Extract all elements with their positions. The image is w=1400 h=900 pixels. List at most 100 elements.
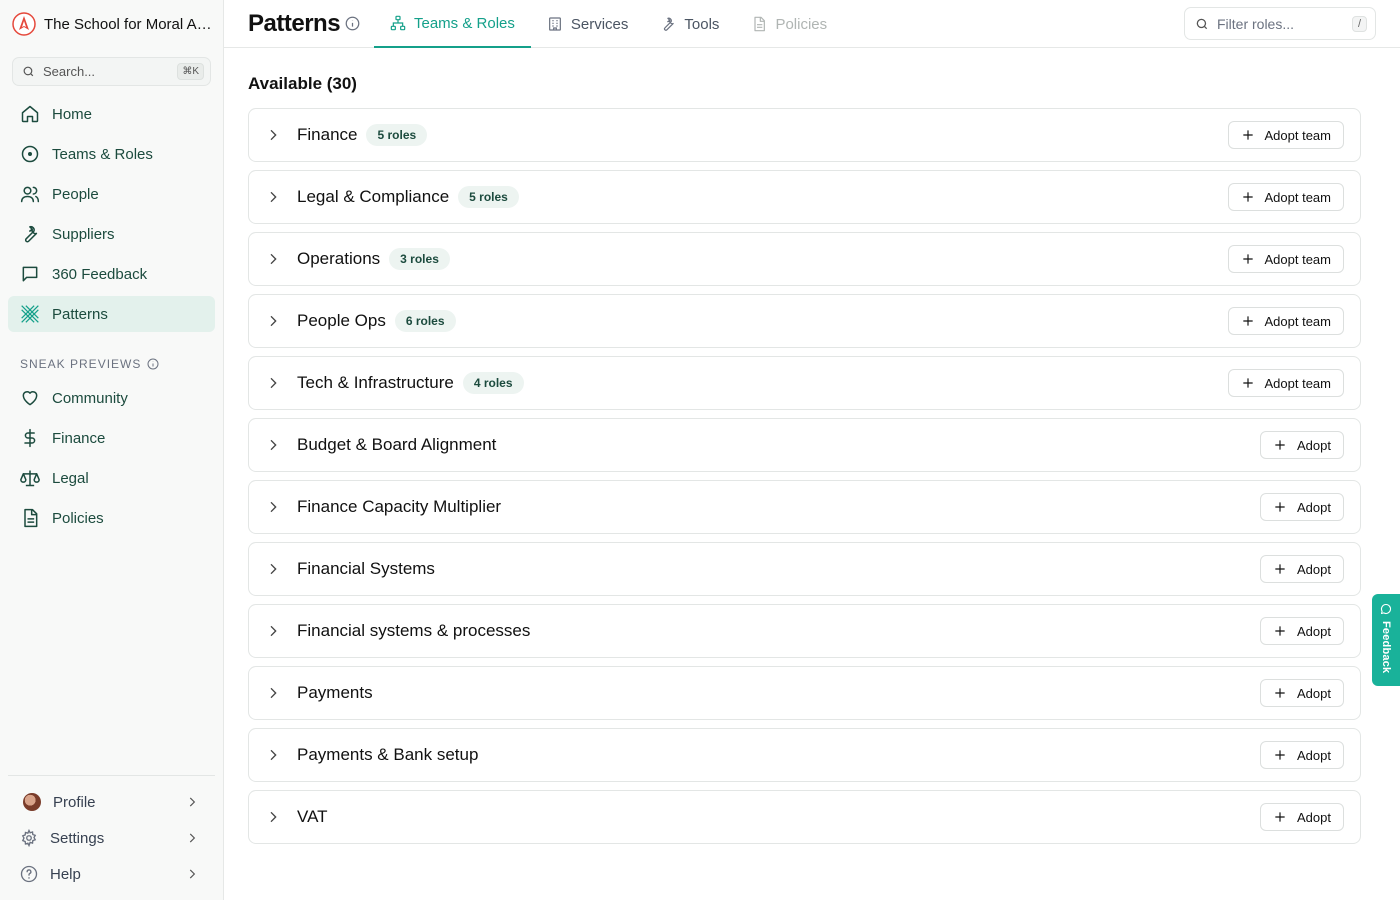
sidebar-item-help[interactable]: Help: [8, 856, 215, 892]
chevron-right-icon[interactable]: [265, 313, 281, 329]
button-label: Adopt team: [1264, 189, 1332, 205]
chevron-right-icon[interactable]: [265, 809, 281, 825]
page-title: Patterns: [248, 10, 341, 37]
button-label: Adopt: [1297, 809, 1331, 825]
chevron-right-icon[interactable]: [265, 685, 281, 701]
sidebar-bottom-nav: Profile Settings Help: [8, 784, 215, 892]
tab-services[interactable]: Services: [531, 0, 645, 48]
chevron-right-icon: [189, 869, 196, 879]
team-row-operations[interactable]: Operations 3 roles Adopt team: [248, 232, 1361, 286]
sidebar-item-profile[interactable]: Profile: [8, 784, 215, 820]
sidebar-item-suppliers[interactable]: Suppliers: [8, 216, 215, 252]
search-shortcut: ⌘K: [177, 63, 204, 80]
role-row-payments[interactable]: Payments Adopt: [248, 666, 1361, 720]
sidebar-item-label: Finance: [52, 429, 106, 447]
chevron-right-icon[interactable]: [265, 251, 281, 267]
adopt-button[interactable]: Adopt: [1260, 555, 1344, 583]
chevron-right-icon[interactable]: [265, 437, 281, 453]
adopt-button[interactable]: Adopt: [1260, 617, 1344, 645]
team-row-people-ops[interactable]: People Ops 6 roles Adopt team: [248, 294, 1361, 348]
chevron-right-icon[interactable]: [265, 127, 281, 143]
plus-icon: [1275, 564, 1285, 574]
sidebar-item-settings[interactable]: Settings: [8, 820, 215, 856]
role-row-vat[interactable]: VAT Adopt: [248, 790, 1361, 844]
sidebar-item-patterns[interactable]: Patterns: [8, 296, 215, 332]
adopt-button[interactable]: Adopt: [1260, 679, 1344, 707]
plus-icon: [1275, 502, 1285, 512]
sidebar-item-home[interactable]: Home: [8, 96, 215, 132]
adopt-button[interactable]: Adopt: [1260, 803, 1344, 831]
role-row-budget-board-alignment[interactable]: Budget & Board Alignment Adopt: [248, 418, 1361, 472]
avatar: [23, 793, 41, 811]
tab-tools[interactable]: Tools: [644, 0, 735, 48]
adopt-team-button[interactable]: Adopt team: [1227, 369, 1344, 397]
available-heading: Available (30): [248, 74, 357, 93]
sidebar-item-people[interactable]: People: [8, 176, 215, 212]
sidebar-item-community[interactable]: Community: [8, 380, 215, 416]
tab-teams-roles[interactable]: Teams & Roles: [374, 0, 531, 48]
plus-icon: [1275, 440, 1285, 450]
adopt-team-button[interactable]: Adopt team: [1227, 307, 1344, 335]
button-label: Adopt team: [1264, 127, 1332, 143]
filter-roles-input[interactable]: [1217, 15, 1344, 32]
plus-icon: [1242, 316, 1253, 326]
chevron-right-icon[interactable]: [265, 189, 281, 205]
wrench-icon: [664, 17, 675, 31]
sidebar-item-teams-roles[interactable]: Teams & Roles: [8, 136, 215, 172]
role-name: Finance Capacity Multiplier: [297, 497, 502, 516]
team-row-finance[interactable]: Finance 5 roles Adopt team: [248, 108, 1361, 162]
adopt-team-button[interactable]: Adopt team: [1227, 245, 1344, 273]
info-icon[interactable]: [147, 358, 159, 370]
patterns-icon: [21, 305, 39, 323]
chevron-right-icon[interactable]: [265, 747, 281, 763]
org-name: The School for Moral Ambition: [44, 15, 216, 33]
role-row-financial-systems[interactable]: Financial Systems Adopt: [248, 542, 1361, 596]
adopt-button[interactable]: Adopt: [1260, 741, 1344, 769]
team-name: People Ops: [297, 311, 386, 330]
home-icon: [21, 105, 39, 123]
chevron-right-icon[interactable]: [265, 623, 281, 639]
main-content: Available (30) Finance 5 roles Adopt tea…: [248, 60, 1361, 852]
plus-icon: [1242, 378, 1253, 388]
gear-icon: [21, 829, 37, 847]
role-name: Payments: [297, 683, 373, 702]
role-row-finance-capacity-multiplier[interactable]: Finance Capacity Multiplier Adopt: [248, 480, 1361, 534]
document-icon: [754, 16, 766, 32]
sidebar-item-label: Teams & Roles: [52, 145, 153, 163]
wrench-icon: [24, 225, 38, 243]
chevron-right-icon[interactable]: [265, 375, 281, 391]
adopt-team-button[interactable]: Adopt team: [1227, 183, 1344, 211]
team-name: Legal & Compliance: [297, 187, 450, 206]
team-row-tech-infrastructure[interactable]: Tech & Infrastructure 4 roles Adopt team: [248, 356, 1361, 410]
sidebar-item-legal[interactable]: Legal: [8, 460, 215, 496]
sidebar-item-policies[interactable]: Policies: [8, 500, 215, 536]
adopt-button[interactable]: Adopt: [1260, 493, 1344, 521]
button-label: Adopt: [1297, 747, 1331, 763]
adopt-team-button[interactable]: Adopt team: [1227, 121, 1344, 149]
sidebar-item-360-feedback[interactable]: 360 Feedback: [8, 256, 215, 292]
chevron-right-icon: [189, 797, 196, 807]
chevron-right-icon[interactable]: [265, 499, 281, 515]
org-switcher[interactable]: The School for Moral Ambition: [12, 10, 216, 38]
role-row-payments-bank-setup[interactable]: Payments & Bank setup Adopt: [248, 728, 1361, 782]
tab-policies[interactable]: Policies: [735, 0, 843, 48]
search-icon: [1196, 18, 1208, 29]
sidebar-item-label: People: [52, 185, 99, 203]
heart-icon: [22, 391, 38, 406]
team-row-legal-compliance[interactable]: Legal & Compliance 5 roles Adopt team: [248, 170, 1361, 224]
feedback-tab[interactable]: Feedback: [1372, 594, 1400, 686]
dollar-icon: [24, 428, 36, 448]
team-name: Finance: [297, 125, 358, 144]
search-input[interactable]: Search... ⌘K: [12, 57, 211, 86]
plus-icon: [1275, 626, 1285, 636]
search-icon: [23, 66, 34, 77]
info-icon[interactable]: [345, 16, 360, 31]
team-name: Tech & Infrastructure: [297, 373, 454, 392]
role-name: VAT: [297, 807, 328, 826]
sidebar-item-finance[interactable]: Finance: [8, 420, 215, 456]
sidebar-item-label: Settings: [50, 829, 105, 847]
filter-roles-field[interactable]: /: [1184, 7, 1376, 40]
chevron-right-icon[interactable]: [265, 561, 281, 577]
role-row-financial-systems-processes[interactable]: Financial systems & processes Adopt: [248, 604, 1361, 658]
adopt-button[interactable]: Adopt: [1260, 431, 1344, 459]
